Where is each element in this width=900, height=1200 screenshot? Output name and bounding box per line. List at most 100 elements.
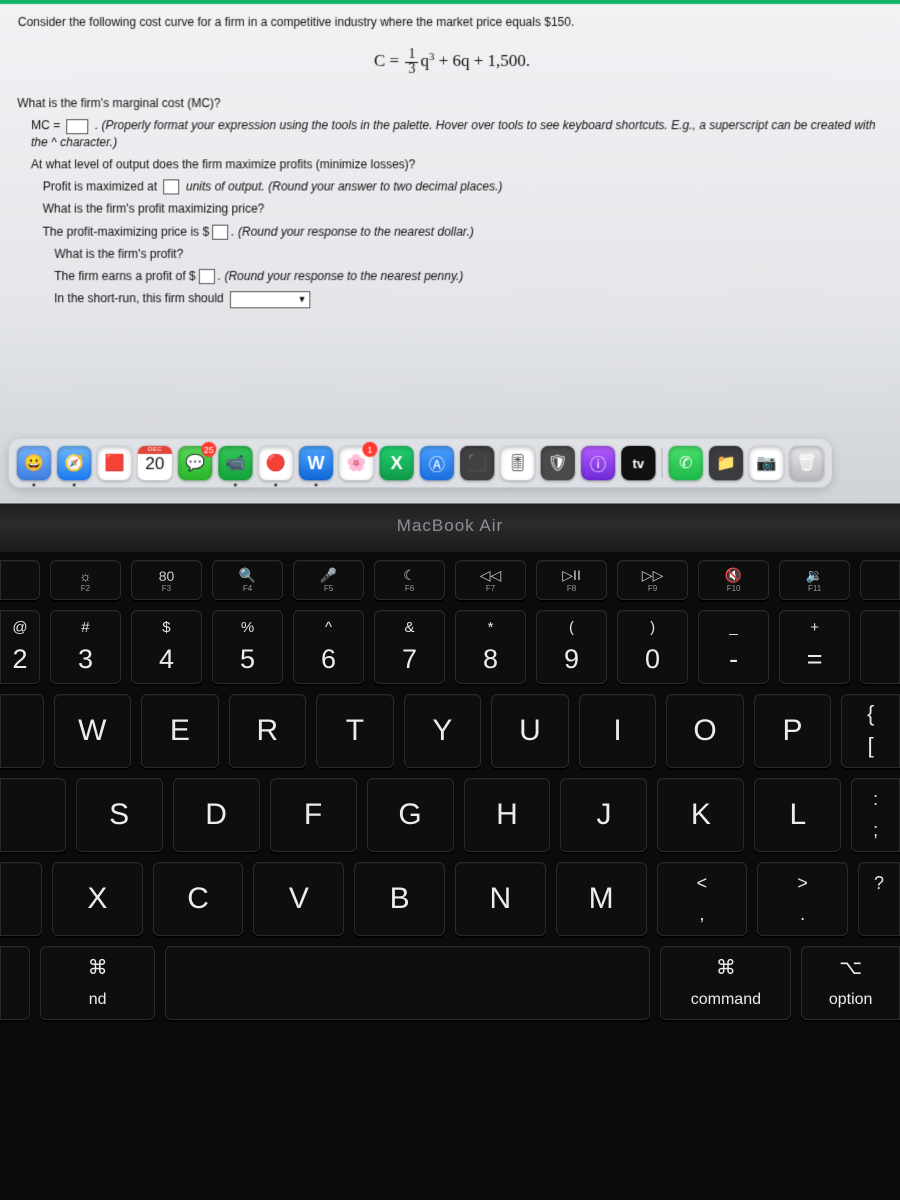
- facetime-icon[interactable]: 📹: [218, 446, 252, 480]
- shortrun-select[interactable]: [230, 291, 310, 308]
- key-period[interactable]: >.: [757, 862, 848, 936]
- key-3[interactable]: #3: [50, 610, 121, 684]
- key-c[interactable]: C: [153, 862, 244, 936]
- fn-label: F10: [727, 584, 741, 593]
- key-f1-partial[interactable]: [0, 560, 40, 600]
- formula-suffix: + 6q + 1,500.: [434, 52, 530, 71]
- chrome-icon[interactable]: 🔴: [259, 446, 293, 480]
- camera-icon[interactable]: 📷: [749, 446, 783, 480]
- key-command-right[interactable]: ⌘ command: [660, 946, 791, 1020]
- key-fn-partial[interactable]: [0, 946, 30, 1020]
- calendar-month: DEC: [138, 446, 172, 454]
- unknown-app-icon[interactable]: ⬛: [460, 446, 494, 480]
- profit-input[interactable]: [199, 269, 215, 284]
- key-h[interactable]: H: [464, 778, 551, 852]
- key-plus-partial[interactable]: [860, 610, 900, 684]
- key-f6[interactable]: ☾F6: [374, 560, 445, 600]
- kb-row-fn: ☼F280F3🔍F4🎤F5☾F6◁◁F7▷IIF8▷▷F9🔇F10🔉F11: [8, 560, 892, 600]
- key-2-partial[interactable]: @ 2: [0, 610, 40, 684]
- key-t[interactable]: T: [316, 694, 394, 768]
- key-l[interactable]: L: [754, 778, 841, 852]
- key-x[interactable]: X: [52, 862, 143, 936]
- messages-icon[interactable]: 💬 25: [178, 446, 212, 480]
- key-i[interactable]: I: [579, 694, 657, 768]
- calendar-icon[interactable]: DEC 20: [138, 446, 172, 480]
- key-bracket-left[interactable]: {[: [841, 694, 900, 768]
- key-f[interactable]: F: [270, 778, 357, 852]
- appstore-icon[interactable]: Ⓐ: [420, 446, 454, 480]
- key-f4[interactable]: 🔍F4: [212, 560, 283, 600]
- key-f12-partial[interactable]: [860, 560, 900, 600]
- price-input[interactable]: [212, 225, 228, 240]
- key-g[interactable]: G: [367, 778, 454, 852]
- key-spacebar[interactable]: [165, 946, 650, 1020]
- key-z-partial[interactable]: [0, 862, 42, 936]
- key-j[interactable]: J: [560, 778, 647, 852]
- key-n[interactable]: N: [455, 862, 546, 936]
- key-w[interactable]: W: [54, 694, 132, 768]
- key-m[interactable]: M: [556, 862, 647, 936]
- key-semicolon[interactable]: :;: [851, 778, 900, 852]
- key-f3[interactable]: 80F3: [131, 560, 202, 600]
- key-f8[interactable]: ▷IIF8: [536, 560, 607, 600]
- key-b[interactable]: B: [354, 862, 445, 936]
- key-v[interactable]: V: [253, 862, 344, 936]
- excel-icon[interactable]: X: [379, 446, 413, 480]
- photos-icon[interactable]: 🌸 1: [339, 446, 373, 480]
- key-y[interactable]: Y: [404, 694, 482, 768]
- mc-input[interactable]: [67, 119, 89, 134]
- key-s[interactable]: S: [76, 778, 163, 852]
- key-upper: ^: [325, 619, 332, 636]
- key-=[interactable]: +=: [779, 610, 850, 684]
- safari-icon[interactable]: 🧭: [57, 446, 91, 480]
- mixer-icon[interactable]: 🎚: [500, 446, 534, 480]
- key-r[interactable]: R: [229, 694, 307, 768]
- fn-label: F8: [567, 584, 576, 593]
- tv-label: tv: [633, 455, 645, 470]
- key-o[interactable]: O: [666, 694, 744, 768]
- profit-post: . (Round your response to the nearest pe…: [218, 269, 464, 283]
- trash-icon[interactable]: 🗑: [789, 446, 823, 480]
- key-5[interactable]: %5: [212, 610, 283, 684]
- tv-icon[interactable]: tv: [621, 446, 655, 480]
- key-f11[interactable]: 🔉F11: [779, 560, 850, 600]
- launchpad-icon[interactable]: 🟥: [97, 446, 131, 480]
- key-slash[interactable]: ?: [858, 862, 900, 936]
- key-f9[interactable]: ▷▷F9: [617, 560, 688, 600]
- key--[interactable]: _-: [698, 610, 769, 684]
- key-e[interactable]: E: [141, 694, 219, 768]
- key-7[interactable]: &7: [374, 610, 445, 684]
- folder-icon[interactable]: 📁: [709, 446, 743, 480]
- key-a-partial[interactable]: [0, 778, 66, 852]
- key-u[interactable]: U: [491, 694, 569, 768]
- key-9[interactable]: (9: [536, 610, 607, 684]
- key-4[interactable]: $4: [131, 610, 202, 684]
- whatsapp-icon[interactable]: ✆: [669, 446, 703, 480]
- dock-separator: [661, 448, 662, 478]
- antivirus-icon[interactable]: 🛡: [541, 446, 575, 480]
- calendar-day: 20: [145, 454, 164, 475]
- key-command-left[interactable]: ⌘ nd: [40, 946, 155, 1020]
- key-p[interactable]: P: [754, 694, 832, 768]
- opt-label: option: [829, 991, 873, 1009]
- key-f5[interactable]: 🎤F5: [293, 560, 364, 600]
- key-d[interactable]: D: [173, 778, 260, 852]
- output-input[interactable]: [163, 180, 179, 195]
- key-upper: {: [867, 701, 874, 727]
- output-post: units of output. (Round your answer to t…: [186, 179, 502, 193]
- finder-icon[interactable]: 😀: [17, 446, 51, 480]
- key-8[interactable]: *8: [455, 610, 526, 684]
- key-comma[interactable]: <,: [657, 862, 748, 936]
- word-icon[interactable]: W: [299, 446, 333, 480]
- key-k[interactable]: K: [657, 778, 744, 852]
- fn-label: F2: [81, 584, 90, 593]
- podcasts-icon[interactable]: ⓘ: [581, 446, 615, 480]
- key-6[interactable]: ^6: [293, 610, 364, 684]
- key-f10[interactable]: 🔇F10: [698, 560, 769, 600]
- key-f7[interactable]: ◁◁F7: [455, 560, 526, 600]
- key-f2[interactable]: ☼F2: [50, 560, 121, 600]
- key-0[interactable]: )0: [617, 610, 688, 684]
- key-q-partial[interactable]: [0, 694, 44, 768]
- cmd-label-partial: nd: [89, 991, 107, 1009]
- key-option-right[interactable]: ⌥ option: [801, 946, 900, 1020]
